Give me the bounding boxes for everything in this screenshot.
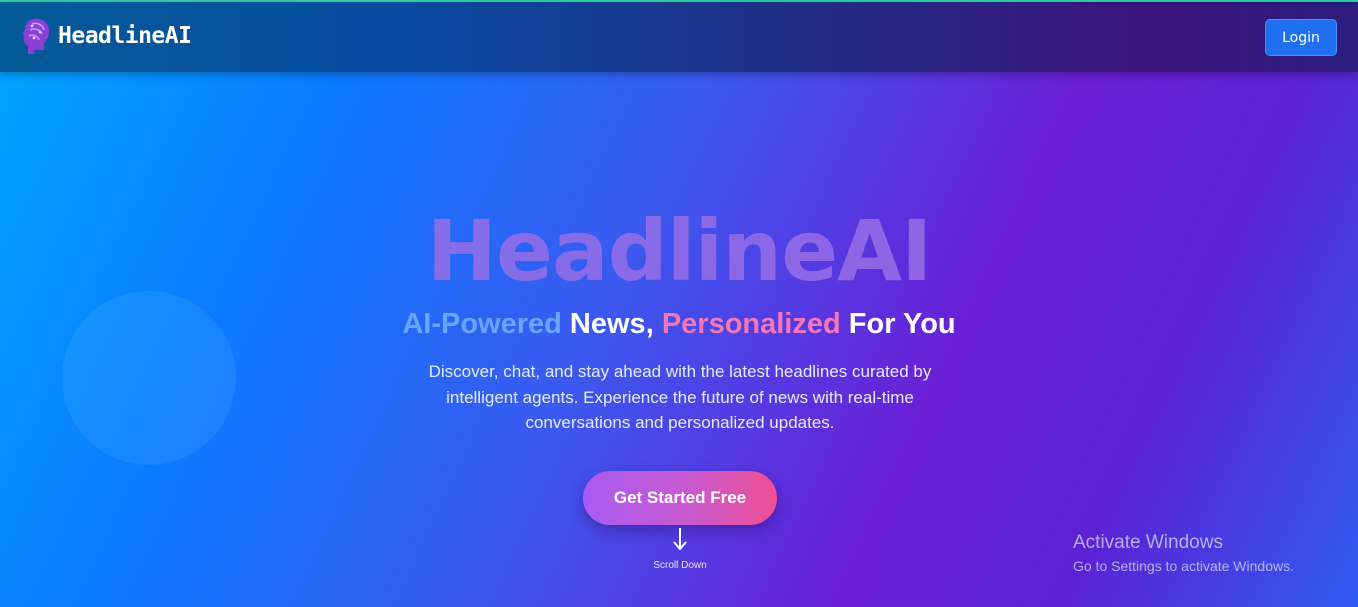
tagline-news: News, [561, 308, 662, 340]
get-started-button[interactable]: Get Started Free [583, 471, 777, 525]
brand-logo[interactable]: HeadlineAI [20, 16, 192, 56]
login-button[interactable]: Login [1265, 19, 1337, 56]
watermark-subtitle: Go to Settings to activate Windows. [1073, 558, 1294, 574]
tagline-personalized: Personalized [661, 308, 841, 340]
hero-tagline: AI-Powered News, Personalized For You [0, 308, 1358, 341]
landing-page: HeadlineAI Login HeadlineAI AI-Powered N… [0, 0, 1358, 607]
tagline-for-you: For You [840, 308, 956, 340]
brain-head-icon [22, 18, 50, 54]
tagline-ai-powered: AI-Powered [402, 308, 562, 340]
arrow-down-icon[interactable] [670, 526, 690, 552]
brand-name: HeadlineAI [58, 23, 192, 49]
hero-description: Discover, chat, and stay ahead with the … [428, 362, 932, 432]
windows-activation-watermark: Activate Windows Go to Settings to activ… [1073, 532, 1343, 576]
hero-title: HeadlineAI [426, 202, 933, 300]
scroll-down-label[interactable]: Scroll Down [630, 560, 730, 571]
watermark-title: Activate Windows [1073, 532, 1223, 553]
top-navbar: HeadlineAI Login [0, 2, 1358, 72]
